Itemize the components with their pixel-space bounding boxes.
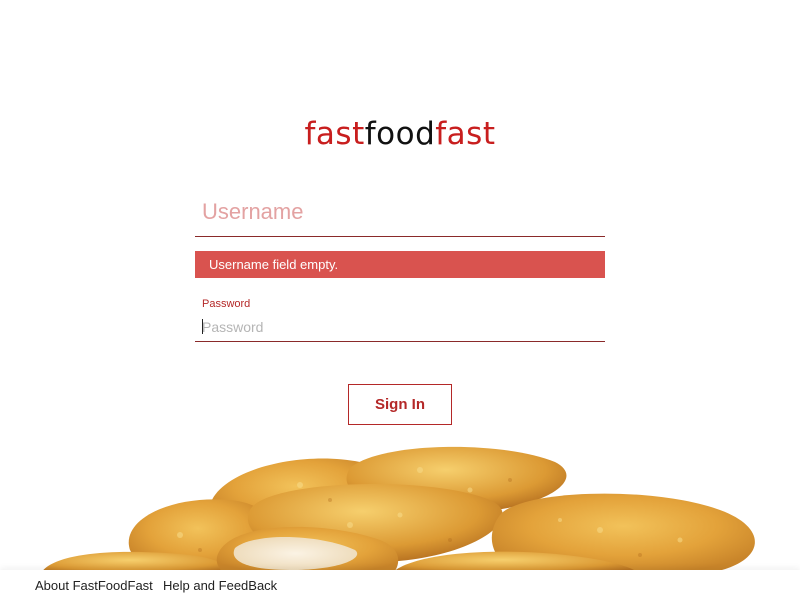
- username-error-alert: Username field empty.: [195, 251, 605, 278]
- footer: About FastFoodFast Help and FeedBack: [0, 570, 800, 600]
- sign-in-button[interactable]: Sign In: [348, 384, 452, 425]
- username-field-container: [195, 190, 605, 237]
- logo-part-food: food: [364, 116, 436, 152]
- username-input[interactable]: [195, 190, 605, 234]
- password-field-container: [195, 313, 605, 342]
- text-cursor: [202, 319, 203, 334]
- footer-about-link[interactable]: About FastFoodFast: [35, 578, 153, 593]
- footer-help-link[interactable]: Help and FeedBack: [163, 578, 277, 593]
- password-input[interactable]: [195, 313, 605, 340]
- password-label: Password: [202, 298, 251, 310]
- logo-part-fast-end: fast: [435, 116, 496, 152]
- login-page: fastfoodfast Username field empty. Passw…: [0, 0, 800, 600]
- logo-part-fast: fast: [304, 116, 365, 152]
- brand-logo: fastfoodfast: [0, 112, 800, 156]
- chicken-nuggets-image: [40, 446, 755, 575]
